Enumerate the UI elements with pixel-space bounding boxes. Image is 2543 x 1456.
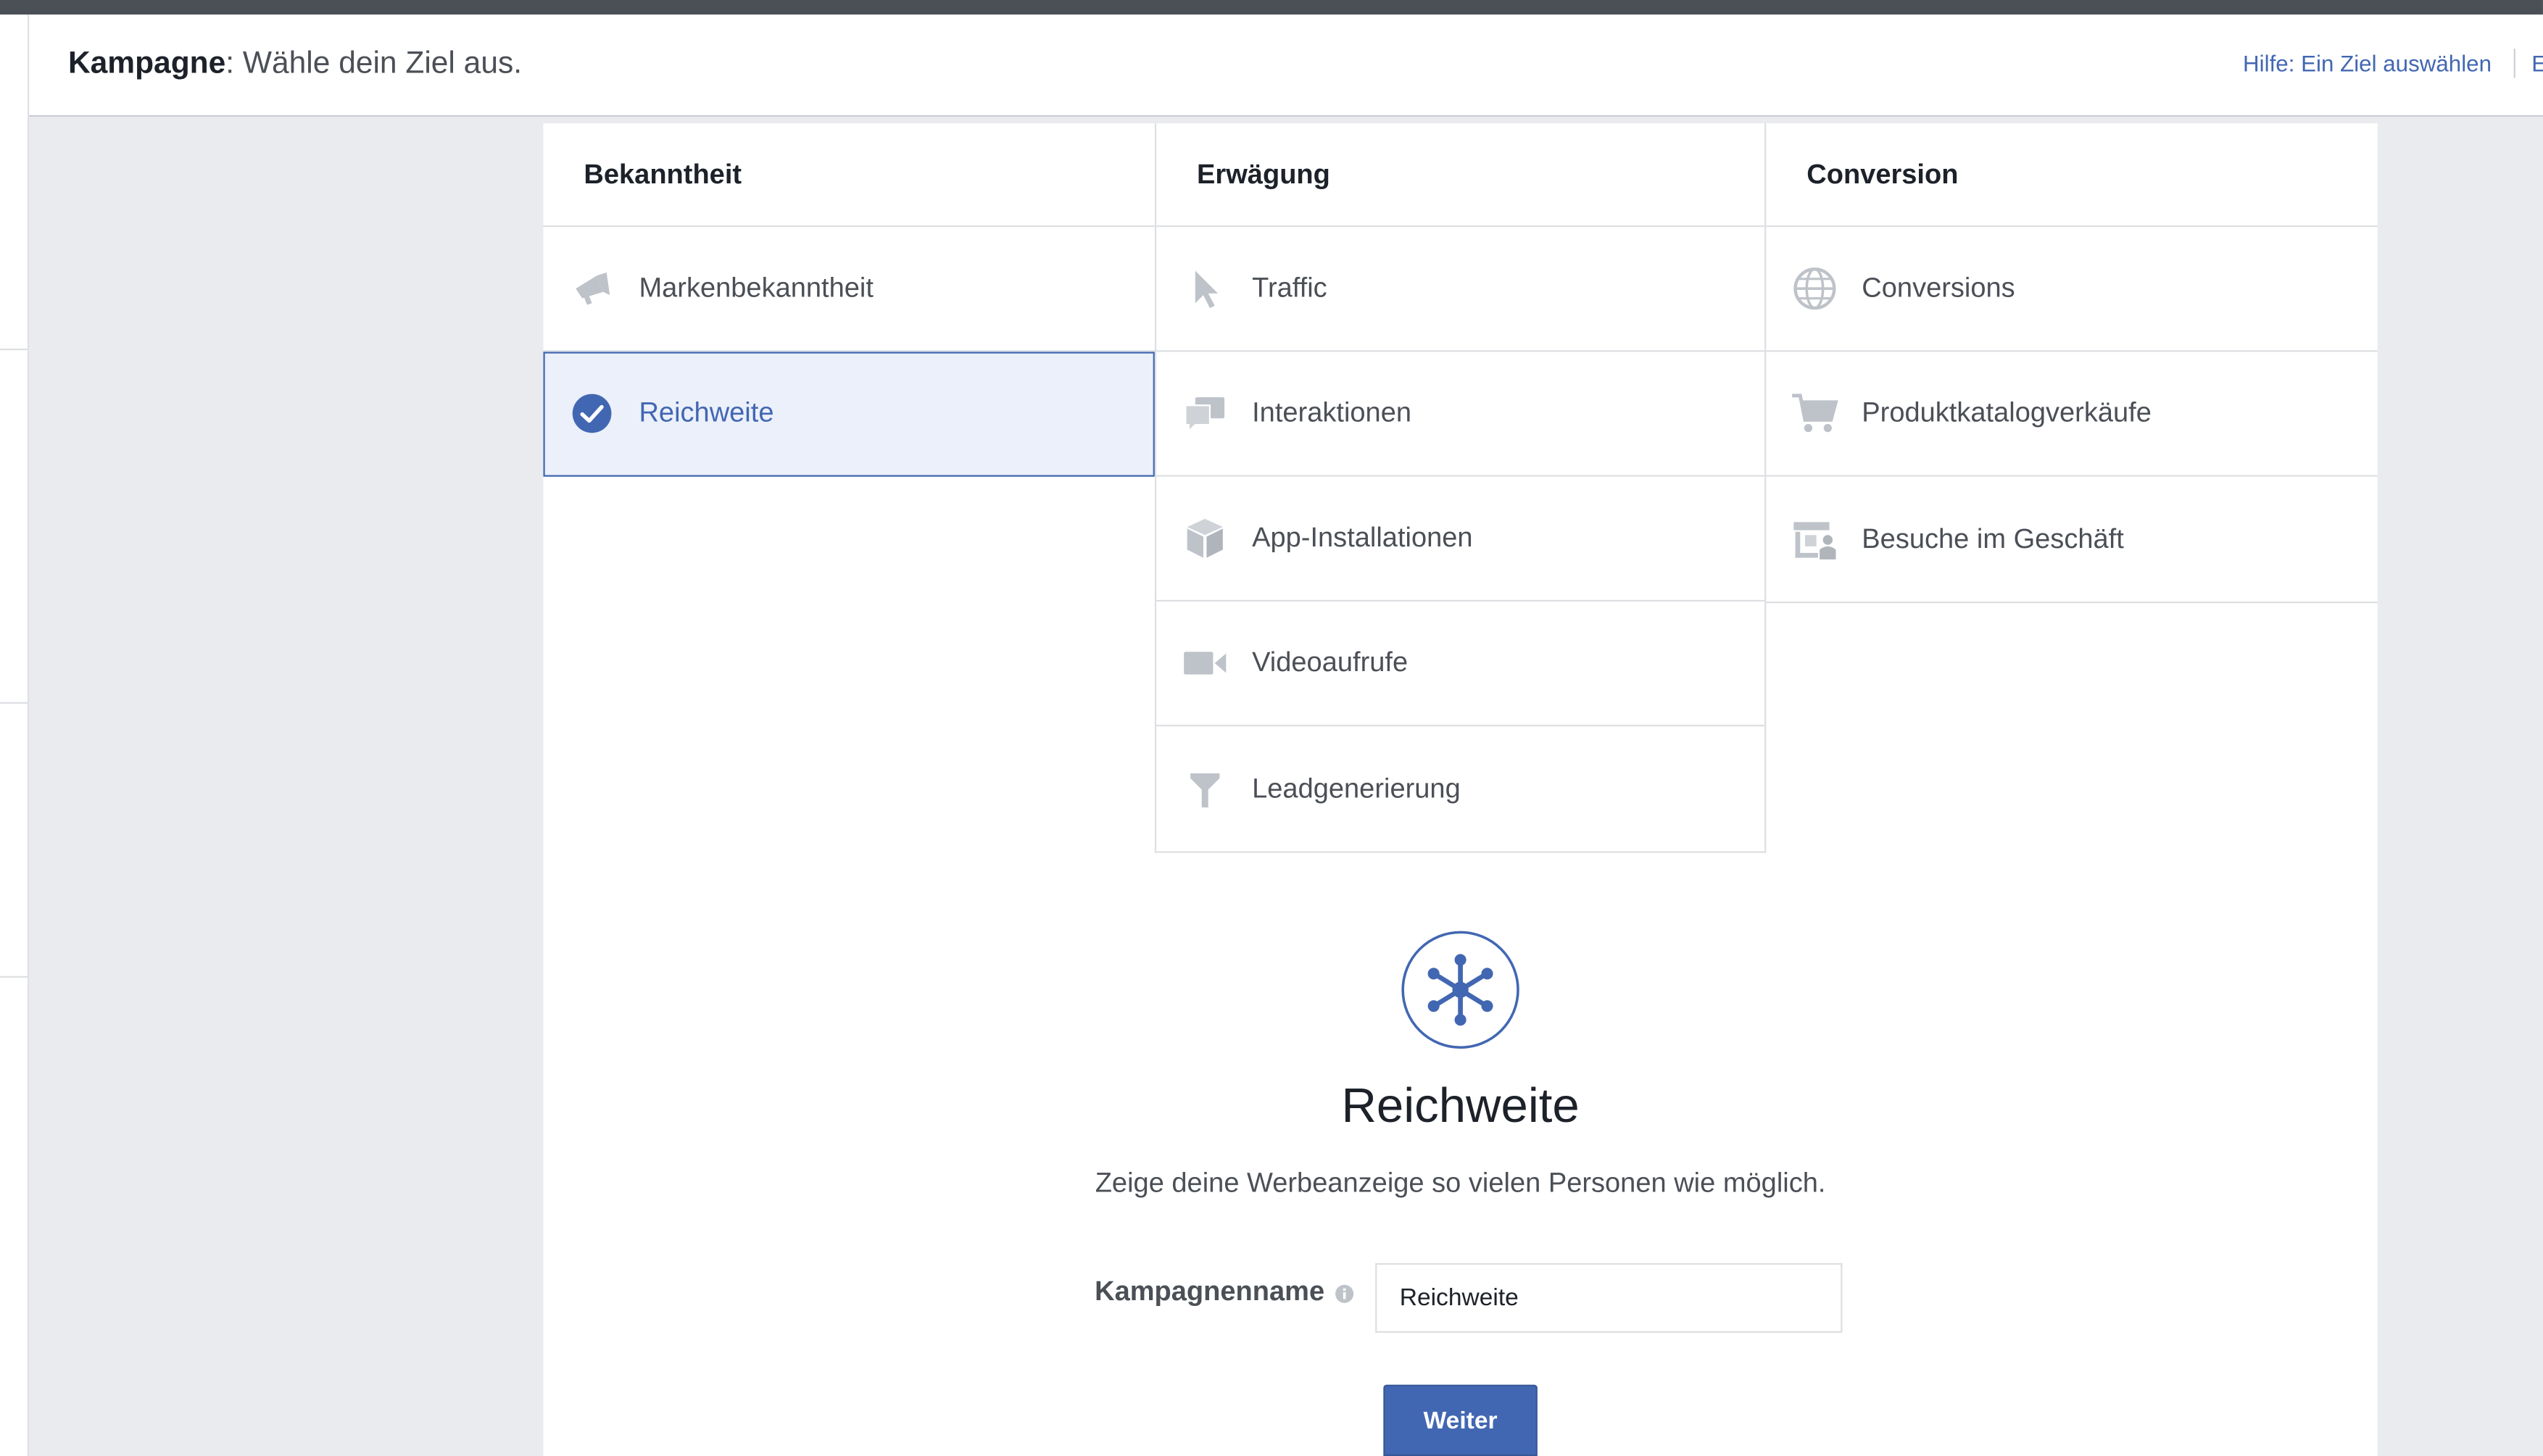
objective-label: Markenbekanntheit [639, 272, 874, 304]
rail-divider [0, 975, 28, 978]
store-icon [1791, 517, 1839, 562]
page-title-bold: Kampagne [67, 46, 226, 81]
objective-label: Besuche im Geschäft [1862, 523, 2124, 554]
objective-traffic[interactable]: Traffic [1156, 227, 1765, 352]
page-header: Kampagne: Wähle dein Ziel aus. Hilfe: Ei… [29, 14, 2543, 117]
objective-app-installs[interactable]: App-Installationen [1156, 477, 1765, 602]
column-heading: Bekanntheit [543, 123, 1155, 228]
column-heading: Conversion [1766, 123, 2378, 228]
objective-column-consideration: Erwägung Traffic Interaktionen App-Insta… [1154, 123, 1767, 853]
column-heading: Erwägung [1156, 123, 1765, 228]
next-button[interactable]: Weiter [1383, 1384, 1538, 1456]
cursor-icon [1181, 266, 1229, 312]
page-title-subtitle: : Wähle dein Ziel aus. [225, 46, 523, 81]
reach-network-icon [1401, 931, 1519, 1049]
rail-divider [0, 702, 28, 704]
globe-icon [1791, 266, 1839, 312]
objective-label: Traffic [1252, 272, 1327, 304]
campaign-name-input[interactable] [1375, 1262, 1843, 1333]
objective-video-views[interactable]: Videoaufrufe [1156, 602, 1765, 727]
objective-brand-awareness[interactable]: Markenbekanntheit [543, 227, 1155, 352]
browser-top-strip [0, 0, 2543, 15]
objective-column-conversion: Conversion Conversions Produktkatalogver… [1766, 123, 2378, 604]
objective-panel: Bekanntheit Markenbekanntheit Reichweite… [543, 123, 2378, 1456]
objective-label: Interaktionen [1252, 397, 1412, 428]
objective-reach[interactable]: Reichweite [543, 351, 1155, 477]
objective-lead-generation[interactable]: Leadgenerierung [1156, 726, 1764, 851]
campaign-name-label: Kampagnenname [1095, 1276, 1325, 1307]
objective-label: App-Installationen [1252, 522, 1473, 553]
help-link[interactable]: Hilfe: Ein Ziel auswählen [2243, 50, 2492, 76]
objective-engagement[interactable]: Interaktionen [1156, 351, 1765, 477]
objective-detail-description: Zeige deine Werbeanzeige so vielen Perso… [1095, 1167, 1826, 1199]
header-more-link[interactable]: E [2531, 50, 2543, 76]
shopping-cart-icon [1791, 391, 1839, 436]
objective-label: Produktkatalogverkäufe [1862, 397, 2152, 428]
objective-label: Reichweite [639, 397, 774, 428]
video-camera-icon [1181, 641, 1229, 686]
box-icon [1181, 515, 1229, 561]
objective-detail-title: Reichweite [1341, 1079, 1580, 1133]
objective-column-awareness: Bekanntheit Markenbekanntheit Reichweite [543, 123, 1155, 477]
chat-bubbles-icon [1181, 391, 1229, 436]
page-title: Kampagne: Wähle dein Ziel aus. [68, 47, 522, 83]
megaphone-icon [568, 266, 616, 312]
objective-label: Conversions [1862, 272, 2015, 304]
rail-divider [0, 348, 28, 351]
left-rail [0, 14, 30, 1456]
objective-store-visits[interactable]: Besuche im Geschäft [1766, 477, 2377, 602]
objective-label: Videoaufrufe [1252, 646, 1409, 678]
info-icon[interactable] [1335, 1283, 1354, 1303]
objective-label: Leadgenerierung [1252, 773, 1461, 804]
funnel-icon [1181, 766, 1229, 812]
objective-grid: Bekanntheit Markenbekanntheit Reichweite… [543, 123, 2378, 856]
checkmark-circle-icon [568, 391, 616, 436]
header-divider [2513, 49, 2515, 78]
objective-conversions[interactable]: Conversions [1766, 227, 2378, 352]
objective-catalog-sales[interactable]: Produktkatalogverkäufe [1766, 351, 2378, 477]
